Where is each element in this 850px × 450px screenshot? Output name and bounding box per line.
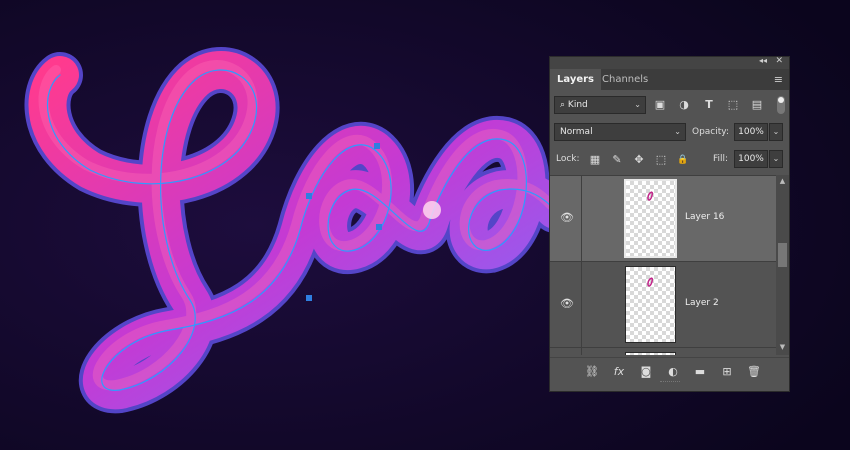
lock-transparent-pixels-icon[interactable]: ▦	[588, 153, 602, 167]
link-layers-icon[interactable]: ⛓	[584, 364, 600, 380]
kind-filter-label: Kind	[567, 100, 588, 110]
anchor-point[interactable]	[306, 193, 312, 199]
layer-thumbnail[interactable]	[625, 266, 676, 343]
lock-artboard-icon[interactable]: ⬚	[654, 153, 668, 167]
layer-thumbnail-artwork	[647, 191, 653, 201]
highlight-glow	[423, 201, 441, 219]
new-group-folder-icon[interactable]: ▬	[692, 364, 708, 380]
delete-layer-icon[interactable]: 🗑	[746, 364, 762, 380]
blend-mode-select[interactable]: Normal ⌄	[554, 123, 686, 141]
lock-position-icon[interactable]: ✥	[632, 153, 646, 167]
panel-tab-strip: Layers Channels ≡	[550, 69, 789, 90]
visibility-column: 👁	[550, 262, 582, 347]
add-mask-icon[interactable]: ◙	[638, 364, 654, 380]
fill-input[interactable]: 100%	[734, 150, 768, 168]
layer-name[interactable]: Layer 16	[685, 212, 724, 222]
chevron-down-icon: ⌄	[674, 127, 681, 136]
lock-row: Lock: ▦ ✎ ✥ ⬚ 🔒 Fill: 100% ⌄	[550, 148, 789, 174]
eye-visibility-icon[interactable]: 👁	[556, 297, 578, 311]
adjustment-filter-icon[interactable]: ◑	[676, 97, 692, 113]
scroll-down-icon[interactable]: ▼	[776, 343, 789, 353]
layer-thumbnail[interactable]	[625, 352, 676, 355]
panel-title-bar[interactable]: ◂◂ ✕	[550, 56, 789, 69]
layer-row[interactable]	[550, 347, 776, 355]
visibility-column: 👁	[550, 176, 582, 261]
fill-label: Fill:	[713, 154, 729, 164]
opacity-input[interactable]: 100%	[734, 123, 768, 141]
layers-scrollbar[interactable]: ▲ ▼	[776, 175, 789, 355]
filter-toggle[interactable]	[777, 96, 785, 114]
new-adjustment-layer-icon[interactable]: ◐	[665, 364, 681, 380]
anchor-point[interactable]	[306, 295, 312, 301]
chevron-down-icon: ⌄	[634, 100, 641, 109]
image-filter-icon[interactable]: ▣	[652, 97, 668, 113]
blend-mode-value: Normal	[560, 127, 593, 137]
panel-resize-grip[interactable]	[660, 381, 680, 386]
layer-thumbnail-artwork	[647, 277, 653, 287]
panel-menu-icon[interactable]: ≡	[774, 73, 783, 86]
layer-row[interactable]: 👁 Layer 16	[550, 175, 776, 261]
layers-list: 👁 Layer 16 👁 Layer 2	[550, 175, 776, 355]
collapse-panel-icon[interactable]: ◂◂	[759, 56, 767, 65]
scroll-thumb[interactable]	[778, 243, 787, 267]
eye-visibility-icon[interactable]: 👁	[556, 211, 578, 225]
layer-name[interactable]: Layer 2	[685, 298, 719, 308]
anchor-point[interactable]	[376, 224, 382, 230]
opacity-label: Opacity:	[692, 127, 729, 137]
tab-channels[interactable]: Channels	[595, 69, 655, 90]
tab-layers[interactable]: Layers	[550, 69, 601, 90]
search-icon: ⌕	[560, 100, 566, 110]
shape-filter-icon[interactable]: ⬚	[725, 97, 741, 113]
panel-bottom-bar: ⛓ fx ◙ ◐ ▬ ⊞ 🗑	[550, 357, 789, 386]
scroll-up-icon[interactable]: ▲	[776, 177, 789, 187]
type-filter-icon[interactable]: T	[701, 97, 717, 113]
visibility-column	[550, 348, 582, 355]
lock-label: Lock:	[556, 154, 580, 164]
lock-image-pixels-icon[interactable]: ✎	[610, 153, 624, 167]
fill-dropdown-button[interactable]: ⌄	[769, 150, 783, 168]
layers-panel: ◂◂ ✕ Layers Channels ≡ ⌕ Kind ⌄ ▣ ◑ T ⬚ …	[549, 56, 790, 392]
blend-row: Normal ⌄ Opacity: 100% ⌄	[550, 121, 789, 147]
filter-row: ⌕ Kind ⌄ ▣ ◑ T ⬚ ▤	[550, 94, 789, 120]
new-layer-icon[interactable]: ⊞	[719, 364, 735, 380]
anchor-point[interactable]	[374, 143, 380, 149]
kind-filter-select[interactable]: ⌕ Kind ⌄	[554, 96, 646, 114]
layer-thumbnail[interactable]	[624, 179, 677, 258]
opacity-dropdown-button[interactable]: ⌄	[769, 123, 783, 141]
smart-object-filter-icon[interactable]: ▤	[749, 97, 765, 113]
layer-row[interactable]: 👁 Layer 2	[550, 261, 776, 347]
layer-style-fx-icon[interactable]: fx	[611, 364, 627, 380]
lock-all-icon[interactable]: 🔒	[676, 153, 690, 167]
close-panel-icon[interactable]: ✕	[775, 56, 783, 66]
